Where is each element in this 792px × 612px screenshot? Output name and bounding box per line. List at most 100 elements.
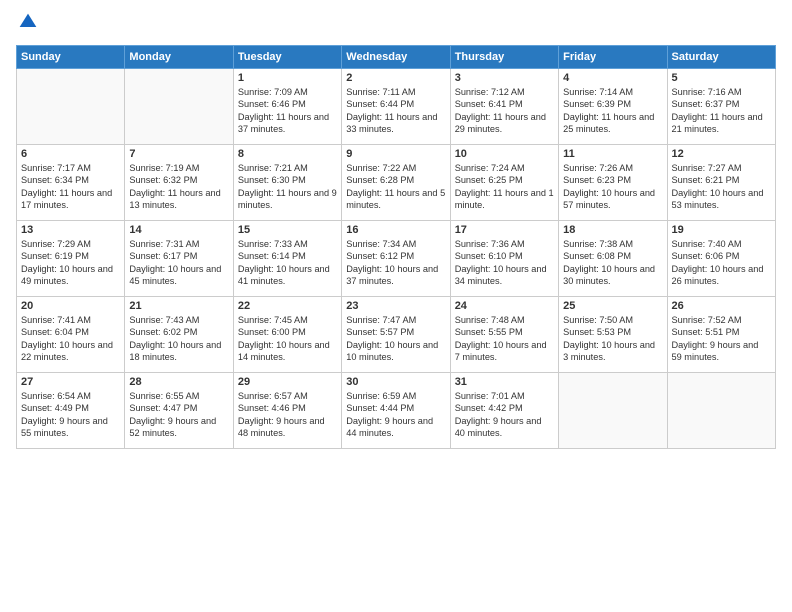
day-info: Sunrise: 7:34 AM Sunset: 6:12 PM Dayligh… <box>346 238 445 288</box>
day-info: Sunrise: 7:50 AM Sunset: 5:53 PM Dayligh… <box>563 314 662 364</box>
day-info: Sunrise: 7:48 AM Sunset: 5:55 PM Dayligh… <box>455 314 554 364</box>
calendar-cell: 17 Sunrise: 7:36 AM Sunset: 6:10 PM Dayli… <box>450 221 558 297</box>
day-info: Sunrise: 6:55 AM Sunset: 4:47 PM Dayligh… <box>129 390 228 440</box>
day-number: 12 <box>672 148 771 160</box>
day-number: 20 <box>21 300 120 312</box>
day-header-friday: Friday <box>559 46 667 69</box>
day-info: Sunrise: 7:22 AM Sunset: 6:28 PM Dayligh… <box>346 162 445 212</box>
calendar-cell <box>17 69 125 145</box>
day-info: Sunrise: 7:01 AM Sunset: 4:42 PM Dayligh… <box>455 390 554 440</box>
day-info: Sunrise: 7:41 AM Sunset: 6:04 PM Dayligh… <box>21 314 120 364</box>
day-number: 22 <box>238 300 337 312</box>
day-number: 3 <box>455 72 554 84</box>
week-row-5: 27Sunrise: 6:54 AM Sunset: 4:49 PM Dayli… <box>17 373 776 449</box>
day-info: Sunrise: 7:12 AM Sunset: 6:41 PM Dayligh… <box>455 86 554 136</box>
day-number: 8 <box>238 148 337 160</box>
week-row-2: 6 Sunrise: 7:17 AM Sunset: 6:34 PM Daylig… <box>17 145 776 221</box>
day-number: 1 <box>238 72 337 84</box>
day-number: 18 <box>563 224 662 236</box>
day-number: 25 <box>563 300 662 312</box>
calendar-cell: 14 Sunrise: 7:31 AM Sunset: 6:17 PM Dayli… <box>125 221 233 297</box>
calendar-cell <box>667 373 775 449</box>
day-number: 24 <box>455 300 554 312</box>
day-number: 19 <box>672 224 771 236</box>
day-number: 4 <box>563 72 662 84</box>
calendar-cell: 2 Sunrise: 7:11 AM Sunset: 6:44 PM Daylig… <box>342 69 450 145</box>
calendar-cell: 3 Sunrise: 7:12 AM Sunset: 6:41 PM Daylig… <box>450 69 558 145</box>
calendar-cell: 26 Sunrise: 7:52 AM Sunset: 5:51 PM Dayli… <box>667 297 775 373</box>
day-info: Sunrise: 7:38 AM Sunset: 6:08 PM Dayligh… <box>563 238 662 288</box>
day-info: Sunrise: 7:33 AM Sunset: 6:14 PM Dayligh… <box>238 238 337 288</box>
day-info: Sunrise: 7:09 AM Sunset: 6:46 PM Dayligh… <box>238 86 337 136</box>
day-number: 11 <box>563 148 662 160</box>
day-number: 16 <box>346 224 445 236</box>
logo <box>16 12 40 37</box>
day-info: Sunrise: 7:21 AM Sunset: 6:30 PM Dayligh… <box>238 162 337 212</box>
day-header-saturday: Saturday <box>667 46 775 69</box>
calendar-cell: 23 Sunrise: 7:47 AM Sunset: 5:57 PM Dayli… <box>342 297 450 373</box>
day-info: Sunrise: 7:19 AM Sunset: 6:32 PM Dayligh… <box>129 162 228 212</box>
day-number: 29 <box>238 376 337 388</box>
day-number: 26 <box>672 300 771 312</box>
day-number: 31 <box>455 376 554 388</box>
calendar-cell: 11 Sunrise: 7:26 AM Sunset: 6:23 PM Dayli… <box>559 145 667 221</box>
day-number: 17 <box>455 224 554 236</box>
day-number: 6 <box>21 148 120 160</box>
calendar-cell <box>125 69 233 145</box>
day-number: 23 <box>346 300 445 312</box>
header <box>16 12 776 37</box>
calendar-cell: 20 Sunrise: 7:41 AM Sunset: 6:04 PM Dayli… <box>17 297 125 373</box>
day-info: Sunrise: 7:31 AM Sunset: 6:17 PM Dayligh… <box>129 238 228 288</box>
calendar-cell: 13 Sunrise: 7:29 AM Sunset: 6:19 PM Dayli… <box>17 221 125 297</box>
day-info: Sunrise: 7:17 AM Sunset: 6:34 PM Dayligh… <box>21 162 120 212</box>
day-info: Sunrise: 7:11 AM Sunset: 6:44 PM Dayligh… <box>346 86 445 136</box>
day-info: Sunrise: 7:27 AM Sunset: 6:21 PM Dayligh… <box>672 162 771 212</box>
week-row-4: 20 Sunrise: 7:41 AM Sunset: 6:04 PM Dayli… <box>17 297 776 373</box>
day-number: 5 <box>672 72 771 84</box>
day-info: Sunrise: 6:54 AM Sunset: 4:49 PM Dayligh… <box>21 390 120 440</box>
week-row-1: 1 Sunrise: 7:09 AM Sunset: 6:46 PM Daylig… <box>17 69 776 145</box>
day-header-thursday: Thursday <box>450 46 558 69</box>
day-info: Sunrise: 7:47 AM Sunset: 5:57 PM Dayligh… <box>346 314 445 364</box>
day-info: Sunrise: 7:16 AM Sunset: 6:37 PM Dayligh… <box>672 86 771 136</box>
week-row-3: 13 Sunrise: 7:29 AM Sunset: 6:19 PM Dayli… <box>17 221 776 297</box>
day-info: Sunrise: 7:26 AM Sunset: 6:23 PM Dayligh… <box>563 162 662 212</box>
calendar-cell: 8 Sunrise: 7:21 AM Sunset: 6:30 PM Daylig… <box>233 145 341 221</box>
calendar-cell: 28 Sunrise: 6:55 AM Sunset: 4:47 PM Dayli… <box>125 373 233 449</box>
calendar-cell: 6 Sunrise: 7:17 AM Sunset: 6:34 PM Daylig… <box>17 145 125 221</box>
day-number: 21 <box>129 300 228 312</box>
calendar-cell: 4 Sunrise: 7:14 AM Sunset: 6:39 PM Daylig… <box>559 69 667 145</box>
calendar-cell: 16 Sunrise: 7:34 AM Sunset: 6:12 PM Dayli… <box>342 221 450 297</box>
calendar-cell: 22 Sunrise: 7:45 AM Sunset: 6:00 PM Dayli… <box>233 297 341 373</box>
calendar-table: SundayMondayTuesdayWednesdayThursdayFrid… <box>16 45 776 449</box>
calendar-cell: 25 Sunrise: 7:50 AM Sunset: 5:53 PM Dayli… <box>559 297 667 373</box>
calendar-cell: 29Sunrise: 6:57 AM Sunset: 4:46 PM Dayli… <box>233 373 341 449</box>
day-header-tuesday: Tuesday <box>233 46 341 69</box>
calendar-cell: 9Sunrise: 7:22 AM Sunset: 6:28 PM Daylig… <box>342 145 450 221</box>
calendar-cell <box>559 373 667 449</box>
day-info: Sunrise: 7:45 AM Sunset: 6:00 PM Dayligh… <box>238 314 337 364</box>
day-number: 10 <box>455 148 554 160</box>
day-number: 15 <box>238 224 337 236</box>
calendar-cell: 27Sunrise: 6:54 AM Sunset: 4:49 PM Dayli… <box>17 373 125 449</box>
calendar-page: SundayMondayTuesdayWednesdayThursdayFrid… <box>0 0 792 612</box>
calendar-cell: 12 Sunrise: 7:27 AM Sunset: 6:21 PM Dayli… <box>667 145 775 221</box>
day-number: 13 <box>21 224 120 236</box>
day-info: Sunrise: 7:36 AM Sunset: 6:10 PM Dayligh… <box>455 238 554 288</box>
calendar-cell: 19Sunrise: 7:40 AM Sunset: 6:06 PM Dayli… <box>667 221 775 297</box>
day-info: Sunrise: 7:14 AM Sunset: 6:39 PM Dayligh… <box>563 86 662 136</box>
day-info: Sunrise: 7:29 AM Sunset: 6:19 PM Dayligh… <box>21 238 120 288</box>
logo-icon <box>18 12 38 32</box>
day-number: 7 <box>129 148 228 160</box>
day-number: 2 <box>346 72 445 84</box>
calendar-cell: 30Sunrise: 6:59 AM Sunset: 4:44 PM Dayli… <box>342 373 450 449</box>
day-number: 30 <box>346 376 445 388</box>
calendar-cell: 18 Sunrise: 7:38 AM Sunset: 6:08 PM Dayli… <box>559 221 667 297</box>
day-info: Sunrise: 7:52 AM Sunset: 5:51 PM Dayligh… <box>672 314 771 364</box>
day-number: 28 <box>129 376 228 388</box>
day-header-wednesday: Wednesday <box>342 46 450 69</box>
calendar-cell: 24 Sunrise: 7:48 AM Sunset: 5:55 PM Dayli… <box>450 297 558 373</box>
day-number: 14 <box>129 224 228 236</box>
calendar-cell: 15 Sunrise: 7:33 AM Sunset: 6:14 PM Dayli… <box>233 221 341 297</box>
calendar-cell: 10Sunrise: 7:24 AM Sunset: 6:25 PM Dayli… <box>450 145 558 221</box>
